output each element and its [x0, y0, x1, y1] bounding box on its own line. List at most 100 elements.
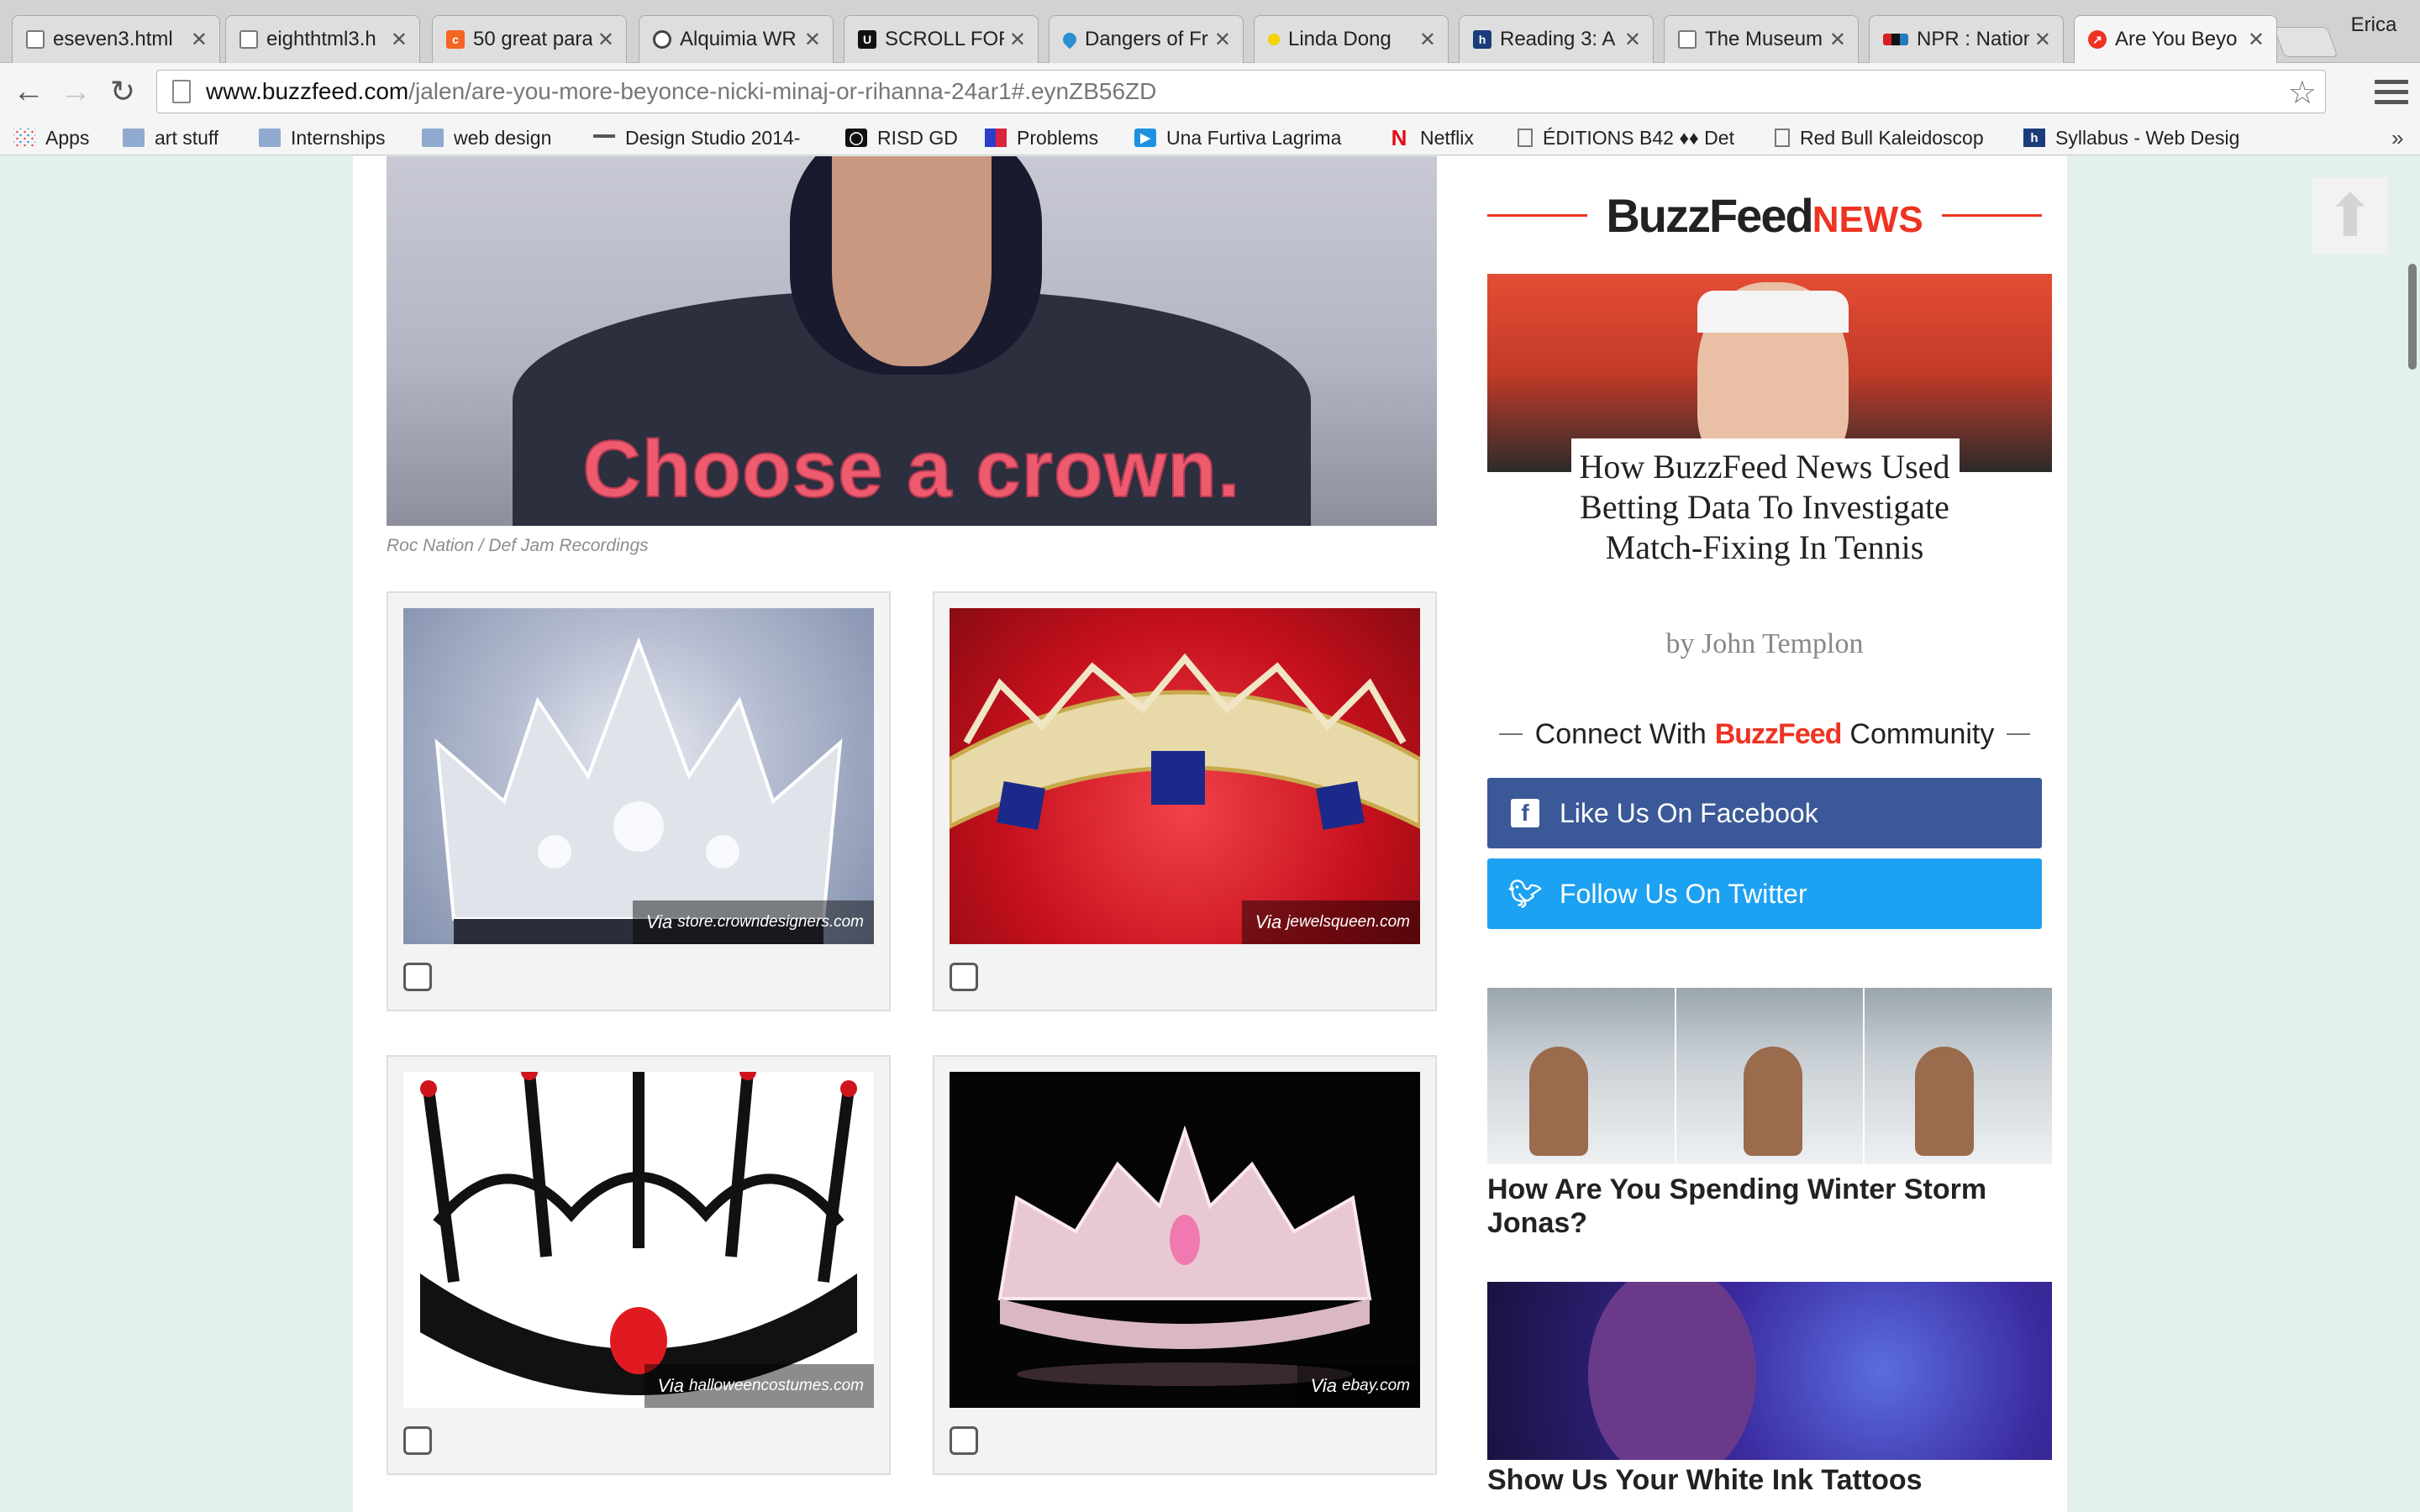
via-source: ebay.com: [1342, 1377, 1410, 1394]
dinosaur-costume-shape: [1529, 1047, 1588, 1156]
tab-title: 50 great para: [473, 28, 592, 50]
buzzfeed-trending-icon: ↗: [2088, 30, 2107, 49]
snow-panel: [1487, 988, 1675, 1164]
document-icon: [26, 30, 45, 49]
close-icon[interactable]: ✕: [2034, 28, 2051, 52]
folder-icon: [259, 129, 281, 147]
back-arrow-icon[interactable]: ←: [7, 70, 50, 113]
via-prefix: Via: [657, 1375, 684, 1396]
close-icon[interactable]: ✕: [1624, 28, 1641, 52]
bookmark-art-stuff[interactable]: art stuff: [123, 123, 218, 152]
bookmark-internships[interactable]: Internships: [259, 123, 386, 152]
close-icon[interactable]: ✕: [1009, 28, 1026, 52]
bookmark-syllabus[interactable]: h Syllabus - Web Desig: [2023, 123, 2245, 152]
close-icon[interactable]: ✕: [804, 28, 821, 52]
image-source-caption: Via store.crowndesigners.com: [632, 900, 874, 944]
document-icon: [1775, 129, 1790, 147]
option-checkbox[interactable]: [403, 1426, 432, 1455]
quiz-option-2[interactable]: Via jewelsqueen.com: [933, 591, 1437, 1011]
bookmark-red-bull[interactable]: Red Bull Kaleidoscop: [1775, 123, 1995, 152]
hero-gif: Choose a crown.: [387, 156, 1437, 526]
tab-reading-3[interactable]: h Reading 3: A ✕: [1459, 15, 1654, 63]
option-checkbox[interactable]: [403, 963, 432, 991]
connect-text: Connect With BuzzFeed Community: [1534, 718, 1995, 751]
forward-arrow-icon[interactable]: →: [54, 70, 97, 113]
document-icon: [1678, 30, 1697, 49]
close-icon[interactable]: ✕: [1829, 28, 1846, 52]
bookmark-star-icon[interactable]: ☆: [2288, 74, 2317, 112]
tab-title: SCROLL FOR: [885, 28, 1004, 50]
tab-the-museum[interactable]: The Museum ✕: [1664, 15, 1859, 63]
twitter-button[interactable]: 🐦︎ Follow Us On Twitter: [1487, 858, 2042, 929]
close-icon[interactable]: ✕: [1214, 28, 1231, 52]
address-bar[interactable]: www.buzzfeed.com/jalen/are-you-more-beyo…: [156, 70, 2326, 113]
bookmark-web-design[interactable]: web design: [422, 123, 551, 152]
tab-linda-dong[interactable]: Linda Dong ✕: [1254, 15, 1449, 63]
bookmark-label: Problems: [1017, 126, 1099, 149]
tab-npr[interactable]: NPR : Nationa ✕: [1869, 15, 2064, 63]
tab-title: eseven3.html: [53, 28, 173, 50]
buzzfeed-news-logo[interactable]: BuzzFeedNEWS: [1587, 188, 1941, 243]
feature-byline[interactable]: by John Templon: [1487, 628, 2042, 660]
bookmark-label: Apps: [45, 126, 90, 149]
tab-dangers[interactable]: Dangers of Fr ✕: [1049, 15, 1244, 63]
dinosaur-costume-shape: [1743, 1047, 1802, 1156]
tab-eseven3[interactable]: eseven3.html ✕: [12, 15, 220, 63]
hamburger-menu-icon[interactable]: [2375, 73, 2408, 110]
document-icon: [1518, 129, 1533, 147]
post-image-white-ink[interactable]: [1487, 1282, 2052, 1460]
page-scrollbar[interactable]: [2405, 156, 2420, 1512]
tab-alquimia[interactable]: Alquimia WR ✕: [639, 15, 834, 63]
bookmark-label: Internships: [291, 126, 386, 149]
play-icon: ▶: [1134, 129, 1156, 147]
tab-scroll-for[interactable]: U SCROLL FOR ✕: [844, 15, 1039, 63]
tab-are-you-beyonce[interactable]: ↗ Are You Beyo ✕: [2074, 15, 2277, 63]
close-icon[interactable]: ✕: [2248, 28, 2265, 52]
close-icon[interactable]: ✕: [391, 28, 408, 52]
snow-panel: [1676, 988, 1864, 1164]
option-checkbox[interactable]: [950, 963, 978, 991]
yellow-dot-icon: [1268, 34, 1280, 45]
tab-eighthtml3[interactable]: eighthtml3.h ✕: [225, 15, 420, 63]
feature-title[interactable]: How BuzzFeed News Used Betting Data To I…: [1563, 447, 1966, 568]
option-checkbox[interactable]: [950, 1426, 978, 1455]
facebook-icon: f: [1511, 799, 1539, 827]
reload-icon[interactable]: ↻: [101, 70, 145, 113]
scrollbar-thumb[interactable]: [2408, 264, 2417, 370]
silver-crown-illustration: [434, 637, 843, 944]
image-source-caption: Via halloweencostumes.com: [644, 1364, 874, 1408]
bookmark-risd-gd[interactable]: ◯ RISD GD: [845, 123, 958, 152]
close-icon[interactable]: ✕: [597, 28, 614, 52]
tab-title: Dangers of Fr: [1085, 28, 1208, 50]
quiz-option-3[interactable]: Via halloweencostumes.com: [387, 1055, 891, 1475]
bookmark-problems[interactable]: Problems: [985, 123, 1098, 152]
crown-image-pink: Via ebay.com: [950, 1072, 1420, 1408]
tab-50-great[interactable]: c 50 great para ✕: [432, 15, 627, 63]
post-image-winter-storm[interactable]: [1487, 988, 2052, 1164]
post-title-white-ink[interactable]: Show Us Your White Ink Tattoos: [1487, 1463, 2042, 1497]
bookmark-netflix[interactable]: N Netflix: [1388, 123, 1474, 152]
bookmark-label: art stuff: [155, 126, 219, 149]
more-bookmarks-chevron-icon[interactable]: »: [2391, 125, 2403, 151]
buzzfeed-news-header: BuzzFeedNEWS: [1487, 188, 2043, 243]
sidebar: BuzzFeedNEWS How BuzzFeed News Used Bett…: [1487, 156, 2052, 1512]
via-prefix: Via: [1310, 1375, 1338, 1396]
bookmark-apps[interactable]: Apps: [13, 123, 89, 152]
bookmark-design-studio[interactable]: Design Studio 2014-: [593, 123, 817, 152]
close-icon[interactable]: ✕: [191, 28, 208, 52]
folder-icon: [123, 129, 145, 147]
tab-title: Reading 3: A: [1500, 28, 1616, 50]
post-title-winter-storm[interactable]: How Are You Spending Winter Storm Jonas?: [1487, 1173, 2042, 1240]
netflix-icon: N: [1391, 124, 1407, 150]
npr-icon: [1883, 34, 1908, 45]
quiz-option-1[interactable]: Via store.crowndesigners.com: [387, 591, 891, 1011]
bookmark-icon: [593, 134, 615, 141]
bookmark-una-furtiva[interactable]: ▶ Una Furtiva Lagrima: [1134, 123, 1360, 152]
profile-name[interactable]: Erica: [2328, 0, 2420, 50]
scroll-to-top-arrow-icon[interactable]: ⬆: [2312, 177, 2388, 255]
bookmark-label: Una Furtiva Lagrima: [1166, 126, 1342, 149]
quiz-option-4[interactable]: Via ebay.com: [933, 1055, 1437, 1475]
close-icon[interactable]: ✕: [1419, 28, 1436, 52]
facebook-button[interactable]: f Like Us On Facebook: [1487, 778, 2042, 848]
bookmark-editions-b42[interactable]: ÉDITIONS B42 ♦♦ Det: [1518, 123, 1743, 152]
